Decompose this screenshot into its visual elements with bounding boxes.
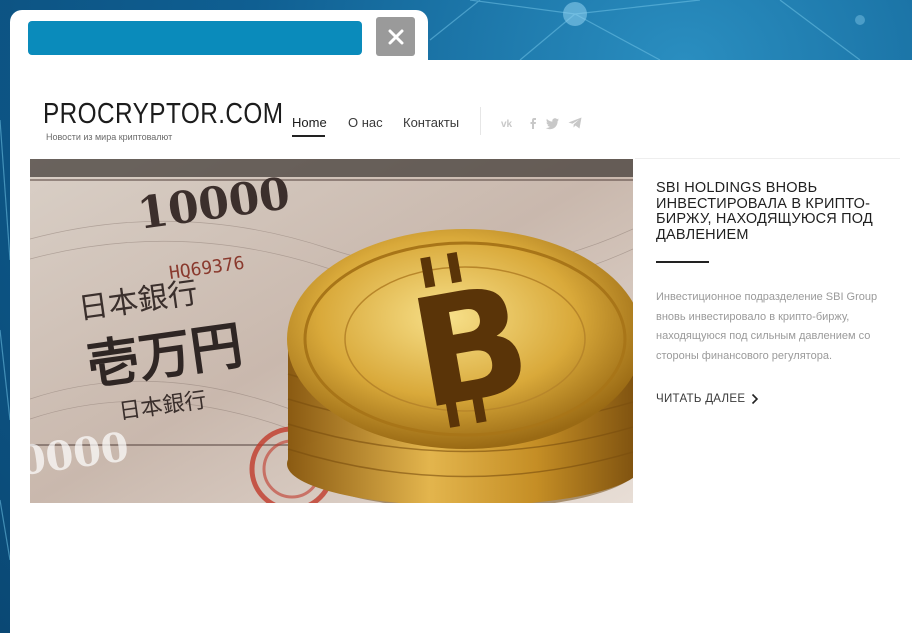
telegram-icon[interactable] [567, 115, 583, 131]
nav-about[interactable]: О нас [348, 115, 383, 130]
twitter-icon[interactable] [545, 115, 561, 131]
web-page: PROCRYPTOR.COM Новости из мира криптовал… [10, 60, 912, 633]
site-tagline: Новости из мира криптовалют [46, 132, 173, 142]
facebook-icon[interactable] [525, 115, 541, 131]
site-logo[interactable]: PROCRYPTOR.COM [43, 98, 283, 131]
chevron-right-icon [752, 393, 759, 405]
url-bar[interactable] [28, 21, 362, 55]
nav-contacts[interactable]: Контакты [403, 115, 459, 130]
article-excerpt: Инвестиционное подразделение SBI Group в… [656, 291, 878, 362]
vk-icon[interactable]: vk [501, 115, 517, 131]
sidebar-divider [635, 158, 900, 159]
close-button[interactable] [376, 17, 415, 56]
nav-divider [480, 107, 481, 135]
read-more-link[interactable]: ЧИТАТЬ ДАЛЕЕ [656, 393, 759, 405]
hero-image[interactable]: 10000 HQ69376 日本銀行 壱万円 日本銀行 0000 B [30, 159, 633, 503]
nav-active-underline [292, 135, 325, 137]
close-icon [388, 29, 403, 44]
read-more-label: ЧИТАТЬ ДАЛЕЕ [656, 393, 746, 405]
article-title[interactable]: SBI HOLDINGS ВНОВЬ ИНВЕСТИРОВАЛА В КРИПТ… [656, 180, 896, 243]
svg-text:vk: vk [501, 119, 513, 130]
nav-home[interactable]: Home [292, 115, 327, 130]
title-underline [656, 261, 709, 263]
